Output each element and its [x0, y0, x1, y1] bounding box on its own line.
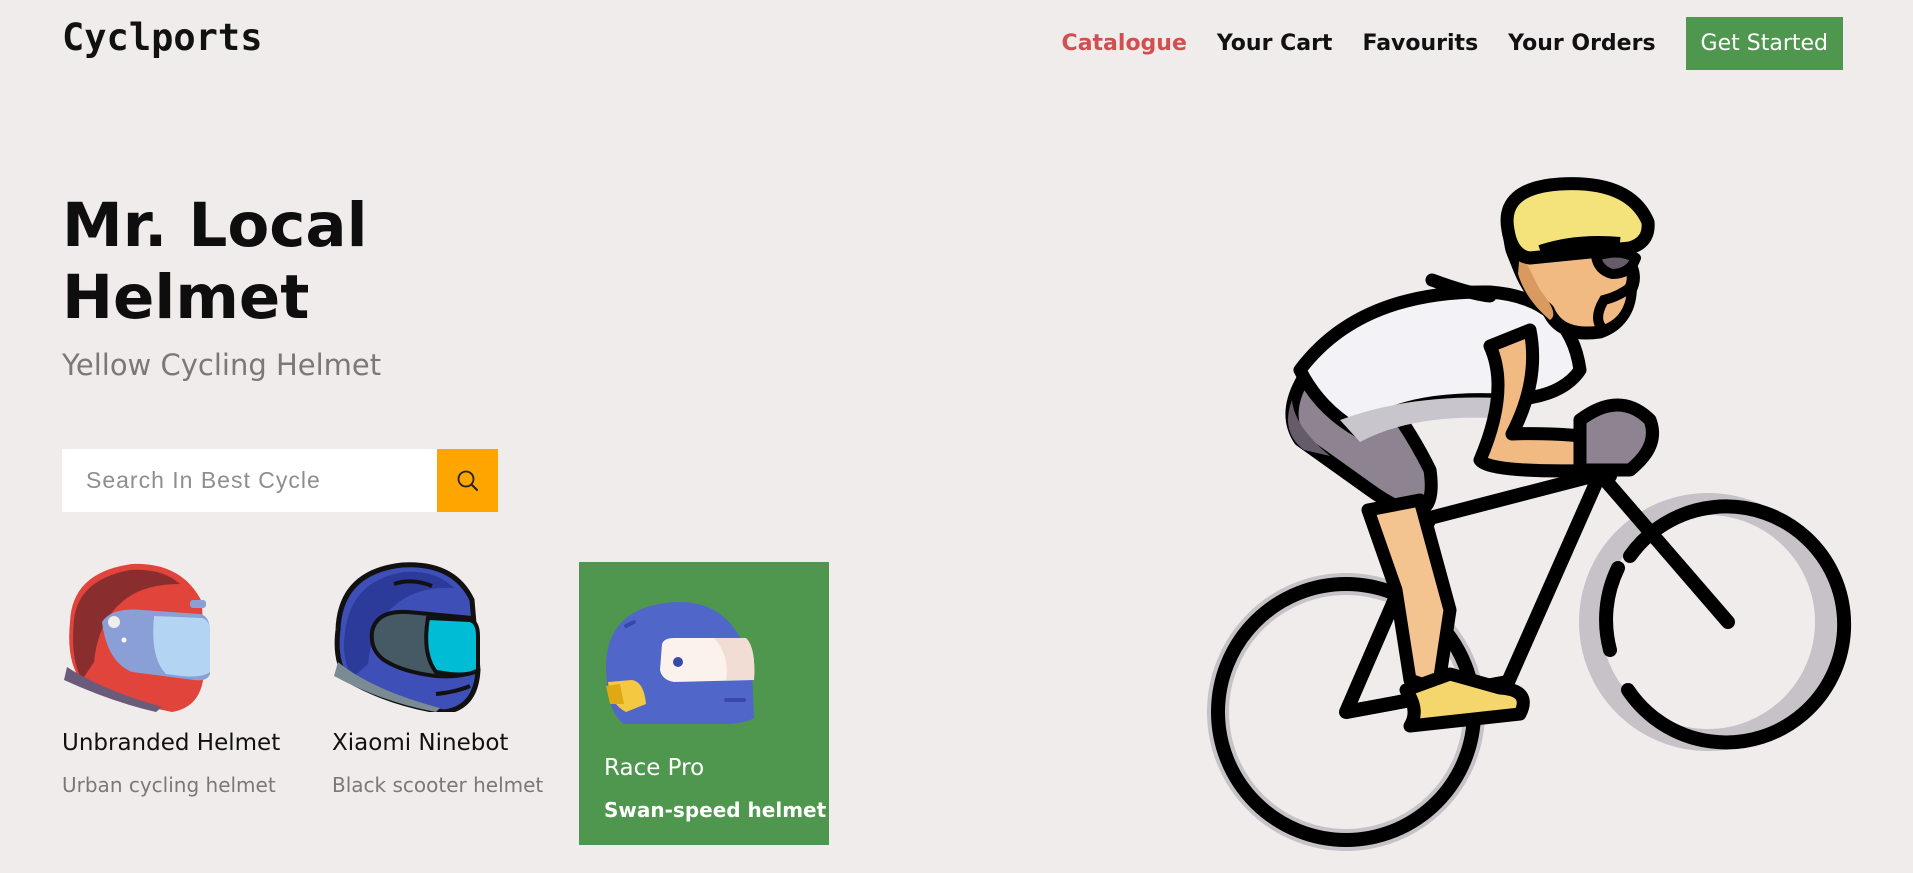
product-name: Xiaomi Ninebot — [332, 730, 509, 756]
get-started-button[interactable]: Get Started — [1685, 17, 1843, 70]
main-nav: Catalogue Your Cart Favourits Your Order… — [1062, 17, 1843, 70]
red-motorcycle-helmet-icon — [64, 563, 210, 712]
nav-your-orders[interactable]: Your Orders — [1508, 31, 1655, 56]
blue-motorcycle-helmet-icon — [334, 562, 481, 712]
product-card-race-pro[interactable]: Race Pro Swan-speed helmet — [579, 562, 829, 845]
product-card-unbranded-helmet[interactable]: Unbranded Helmet Urban cycling helmet — [62, 562, 312, 845]
blue-race-helmet-icon — [606, 601, 755, 724]
nav-catalogue[interactable]: Catalogue — [1062, 31, 1187, 56]
product-card-xiaomi-ninebot[interactable]: Xiaomi Ninebot Black scooter helmet — [332, 562, 582, 845]
site-logo[interactable]: Cyclports — [62, 16, 262, 59]
search-icon — [457, 470, 478, 491]
product-description: Swan-speed helmet — [604, 798, 827, 822]
product-name: Race Pro — [604, 755, 705, 781]
search-bar — [62, 449, 498, 512]
nav-favourits[interactable]: Favourits — [1362, 31, 1478, 56]
page: Cyclports Catalogue Your Cart Favourits … — [0, 0, 1913, 873]
product-name: Unbranded Helmet — [62, 730, 281, 756]
nav-your-cart[interactable]: Your Cart — [1217, 31, 1333, 56]
product-description: Black scooter helmet — [332, 773, 544, 797]
search-input[interactable] — [62, 449, 437, 512]
hero-title: Mr. Local Helmet — [62, 190, 368, 333]
product-description: Urban cycling helmet — [62, 773, 276, 797]
hero-subtitle: Yellow Cycling Helmet — [62, 348, 382, 382]
cyclist-illustration — [1207, 177, 1852, 851]
search-button[interactable] — [437, 449, 498, 512]
